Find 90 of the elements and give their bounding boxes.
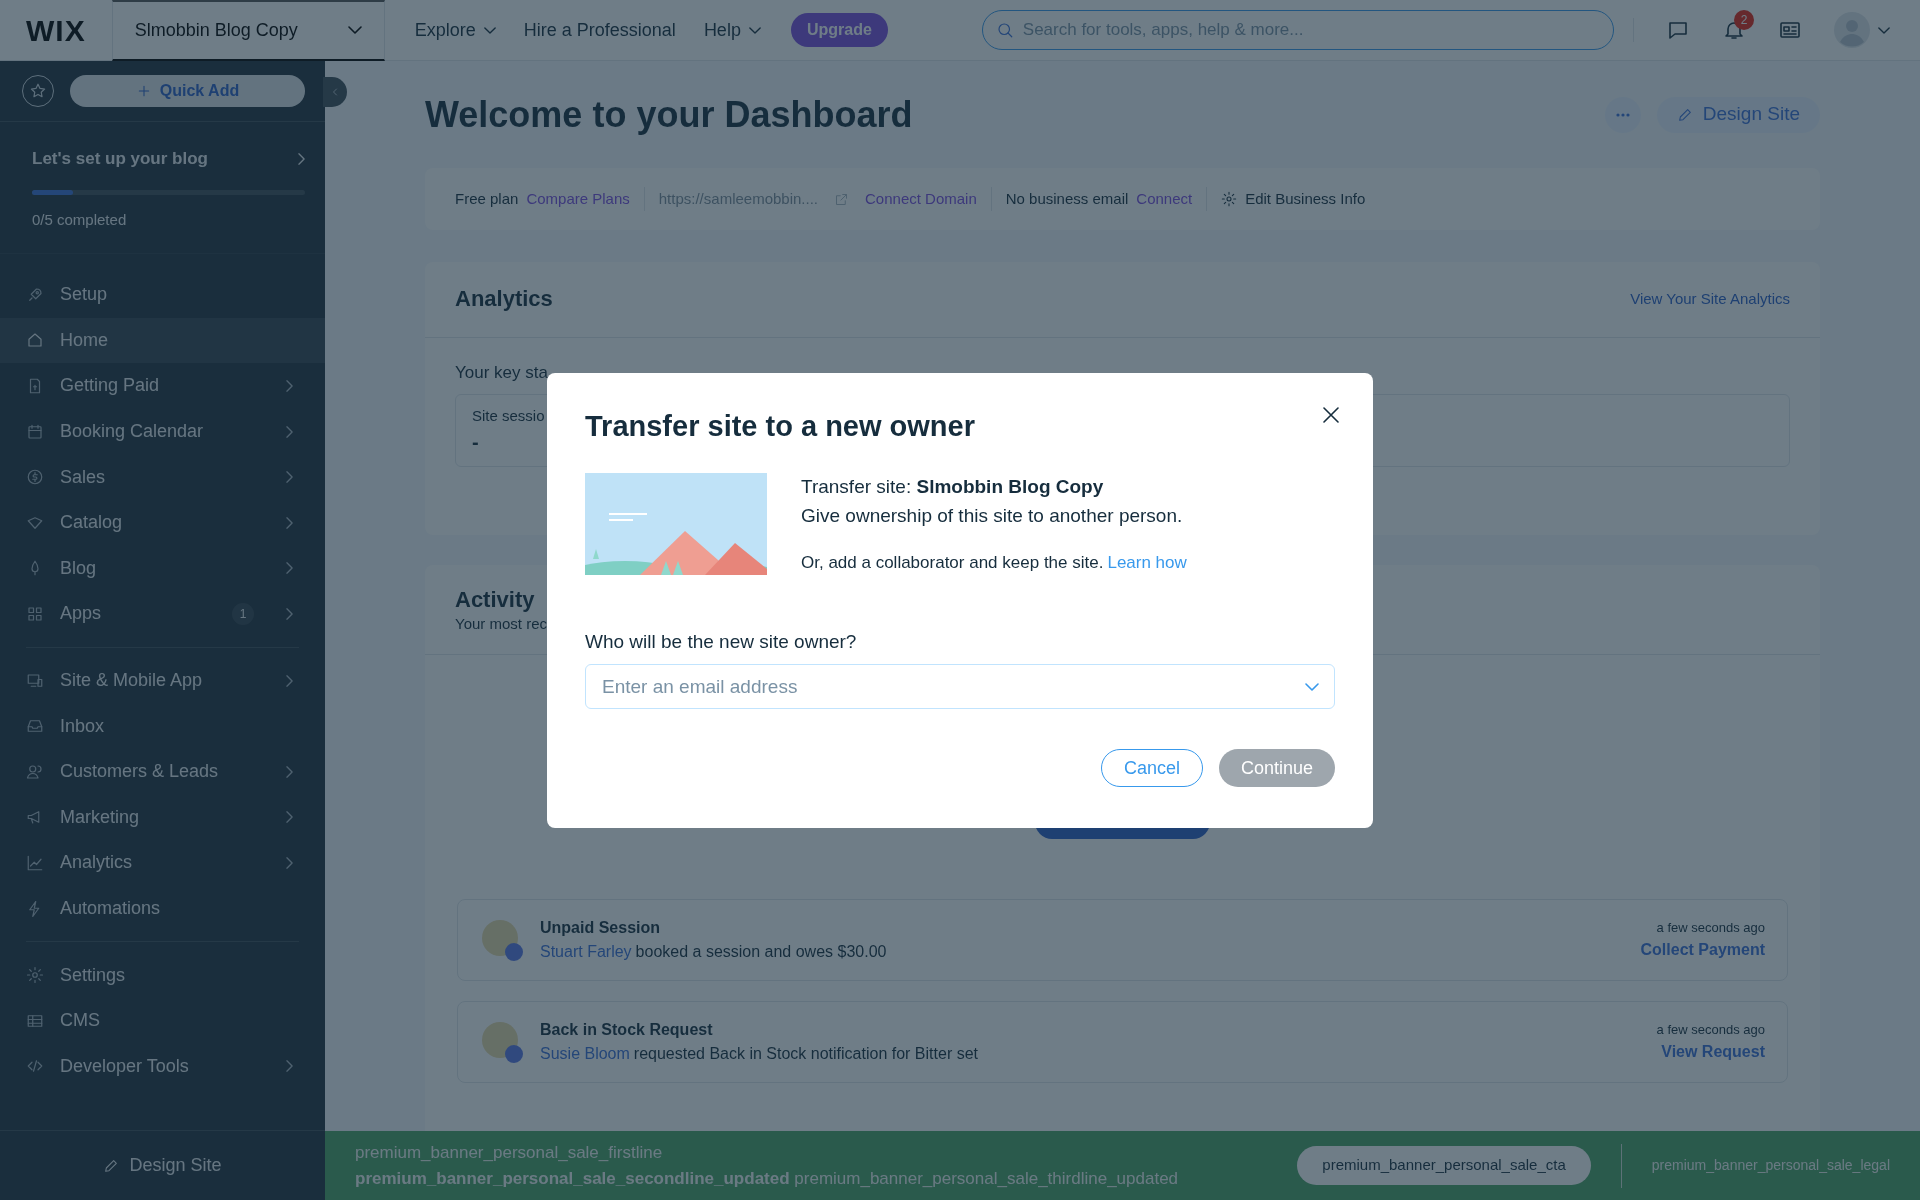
sidebar-item[interactable]: Sales: [0, 454, 325, 500]
stat-label: Site sessio: [472, 405, 545, 426]
avatar-icon: [480, 917, 524, 962]
activity-title: Back in Stock Request: [540, 1019, 714, 1040]
sidebar-item[interactable]: Settings: [0, 952, 325, 998]
email-field[interactable]: Enter an email address: [585, 664, 1335, 710]
sidebar-item[interactable]: Automations: [0, 885, 325, 932]
section-title: Analytics: [455, 286, 553, 313]
section-subtitle: Your most rec: [455, 614, 548, 635]
avatar-icon: [480, 1019, 524, 1064]
logo[interactable]: WIX: [0, 7, 112, 53]
sidebar-item[interactable]: Home: [0, 317, 325, 364]
chevron-down-icon: [347, 26, 362, 34]
learn-how-link[interactable]: Learn how: [1107, 550, 1187, 576]
quick-add-button[interactable]: Quick Add: [70, 75, 305, 107]
house-icon: [26, 331, 44, 350]
business-email-text: No business email: [1005, 188, 1129, 209]
activity-action-link[interactable]: View Request: [1661, 1042, 1765, 1060]
people-icon: [26, 762, 44, 781]
count-badge: 1: [232, 602, 254, 625]
sidebar-item[interactable]: CMS: [0, 997, 325, 1044]
sidebar-item[interactable]: Developer Tools: [0, 1043, 325, 1090]
design-site-button[interactable]: Design Site: [1656, 96, 1820, 133]
plan-text: Free plan: [455, 188, 519, 209]
cancel-button[interactable]: Cancel: [1100, 749, 1203, 788]
description-text: Give ownership of this site to another person.: [801, 503, 1184, 528]
analytics-link[interactable]: View Your Site Analytics: [1630, 288, 1790, 311]
site-selector[interactable]: Slmobbin Blog Copy: [111, 0, 385, 61]
sidebar-item[interactable]: Site & Mobile App: [0, 657, 325, 704]
activity-time: a few seconds ago: [1655, 919, 1765, 938]
sidebar-item[interactable]: Blog: [0, 545, 325, 592]
sidebar-item[interactable]: Getting Paid: [0, 363, 325, 409]
chevron-down-icon[interactable]: [1305, 682, 1319, 691]
banner-cta-button[interactable]: premium_banner_personal_sale_cta: [1297, 1146, 1591, 1185]
stat-value: -: [472, 430, 479, 455]
person-link[interactable]: Stuart Farley: [540, 939, 632, 964]
collapse-button[interactable]: [323, 77, 347, 107]
sidebar-item[interactable]: Booking Calendar: [0, 408, 325, 455]
gear-icon: [26, 966, 44, 985]
avatar-icon[interactable]: [1834, 12, 1870, 48]
more-icon: [1615, 112, 1630, 117]
person-link[interactable]: Susie Bloom: [540, 1041, 630, 1066]
transfer-text: Transfer site: Slmobbin Blog Copy: [801, 475, 1105, 500]
sidebar-item[interactable]: Marketing: [0, 794, 325, 841]
line-chart-icon: [26, 853, 44, 872]
field-label: Who will be the new site owner?: [585, 629, 858, 654]
search-icon: [995, 21, 1014, 39]
grid-icon: [26, 604, 44, 623]
devices-icon: [26, 671, 44, 690]
nav-link[interactable]: Help: [689, 16, 775, 44]
activity-text: requested Back in Stock notification for Bitter set: [633, 1043, 978, 1064]
pencil-icon: [1676, 106, 1693, 123]
activity-time: a few seconds ago: [1656, 1021, 1765, 1040]
progress-text: 0/5 completed: [32, 209, 128, 230]
activity-title: Unpaid Session: [540, 917, 662, 938]
sidebar-item[interactable]: Customers & Leads: [0, 748, 325, 795]
sidebar-item[interactable]: Analytics: [0, 840, 325, 886]
analytics-text: Your key sta: [455, 362, 549, 384]
pencil-icon: [103, 1157, 120, 1174]
sidebar-item[interactable]: Apps 1: [0, 591, 325, 637]
notification-badge: 2: [1734, 10, 1754, 30]
sidebar-item[interactable]: Setup: [0, 272, 325, 318]
connect-link[interactable]: Connect: [1136, 187, 1193, 211]
close-icon: [1323, 407, 1339, 424]
star-icon: [29, 82, 47, 100]
connect-domain-link[interactable]: Connect Domain: [865, 187, 977, 211]
external-link-icon: [834, 191, 849, 207]
activity-text: booked a session and owes $30.00: [635, 941, 887, 962]
page-title: Welcome to your Dashboard: [425, 92, 913, 137]
collaborator-text: Or, add a collaborator and keep the site.: [801, 552, 1104, 575]
rocket-icon: [26, 285, 44, 304]
banner-text: premium_banner_personal_sale_secondline_updated premium_banner_personal_sale_thirdline_updated: [355, 1167, 1180, 1190]
legal-text: premium_banner_personal_sale_legal: [1651, 1156, 1890, 1175]
calendar-icon: [26, 422, 44, 441]
sidebar-item[interactable]: Catalog: [0, 499, 325, 546]
banner-text: premium_banner_personal_sale_firstline: [355, 1142, 664, 1164]
gear-icon: [1221, 191, 1238, 207]
chevron-down-icon[interactable]: [1878, 26, 1890, 34]
dollar-icon: [26, 468, 44, 487]
edit-business-info-link[interactable]: Edit Business Info: [1221, 187, 1366, 211]
chevron-right-icon: [298, 152, 305, 165]
nav-link[interactable]: Hire a Professional: [509, 16, 690, 44]
nav-link[interactable]: Explore: [400, 16, 510, 44]
sidebar-item[interactable]: Inbox: [0, 703, 325, 749]
compare-plans-link[interactable]: Compare Plans: [526, 187, 630, 211]
upgrade-button[interactable]: Upgrade: [790, 13, 888, 47]
setup-link[interactable]: Let's set up your blog: [32, 146, 305, 172]
section-title: Activity: [455, 587, 536, 614]
activity-action-link[interactable]: Collect Payment: [1640, 940, 1765, 958]
modal-title: Transfer site to a new owner: [585, 408, 975, 444]
